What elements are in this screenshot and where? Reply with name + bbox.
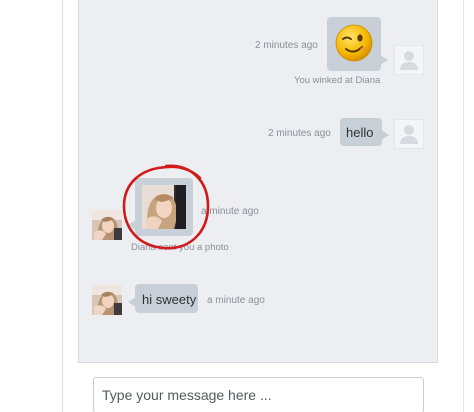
- default-user-icon: [400, 125, 418, 144]
- diana-avatar[interactable]: [92, 285, 122, 315]
- diana-avatar[interactable]: [92, 210, 122, 240]
- message-text: hello: [346, 125, 374, 140]
- my-avatar[interactable]: [394, 45, 424, 75]
- default-user-icon: [400, 51, 418, 70]
- text-message-bubble[interactable]: hello: [340, 118, 389, 146]
- composer-divider: [78, 362, 438, 363]
- red-annotation-circle: [120, 162, 212, 259]
- page-left-border: [62, 0, 63, 412]
- profile-photo-icon: [92, 285, 122, 315]
- message-timestamp: 2 minutes ago: [268, 128, 331, 139]
- message-input[interactable]: [94, 378, 423, 412]
- message-text: hi sweety: [142, 292, 197, 307]
- wink-emoji-icon: [334, 23, 374, 68]
- message-input-container[interactable]: [93, 377, 424, 412]
- wink-notice: You winked at Diana: [294, 75, 381, 86]
- page-right-border: [463, 0, 464, 412]
- text-message-bubble[interactable]: hi sweety: [128, 284, 198, 313]
- message-timestamp: 2 minutes ago: [255, 40, 318, 51]
- my-avatar[interactable]: [394, 119, 424, 149]
- message-timestamp: a minute ago: [207, 295, 265, 306]
- profile-photo-icon: [92, 210, 122, 240]
